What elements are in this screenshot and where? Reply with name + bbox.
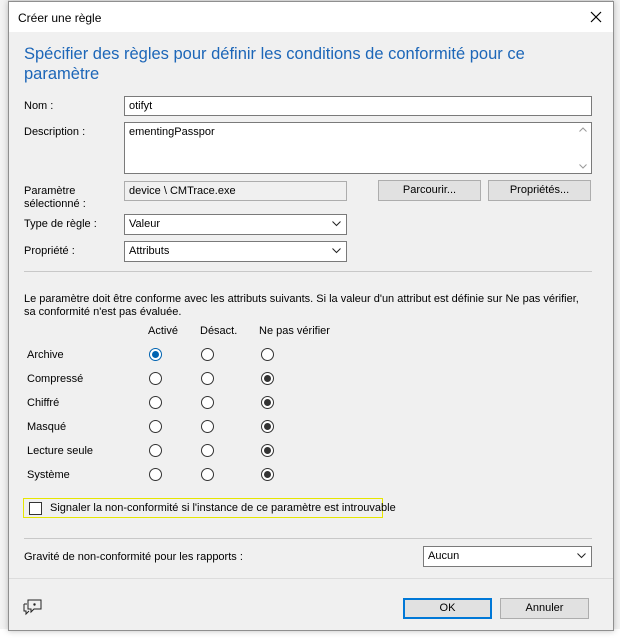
radio-disabled[interactable] bbox=[201, 396, 214, 409]
radio-do-not-check[interactable] bbox=[261, 468, 274, 481]
radio-do-not-check[interactable] bbox=[261, 444, 274, 457]
name-label: Nom : bbox=[24, 100, 54, 112]
severity-label: Gravité de non-conformité pour les rappo… bbox=[24, 551, 243, 563]
separator bbox=[24, 271, 592, 272]
separator bbox=[24, 538, 592, 539]
radio-enabled[interactable] bbox=[149, 396, 162, 409]
radio-disabled[interactable] bbox=[201, 372, 214, 385]
scroll-down-icon bbox=[579, 164, 587, 169]
chevron-down-icon bbox=[332, 248, 341, 254]
selected-setting-field: device \ CMTrace.exe bbox=[124, 181, 347, 201]
property-select[interactable]: Attributs bbox=[124, 241, 347, 262]
cancel-button[interactable]: Annuler bbox=[500, 598, 589, 619]
rule-type-select[interactable]: Valeur bbox=[124, 214, 347, 235]
description-text: ementingPasspor bbox=[129, 126, 215, 138]
create-rule-dialog: Créer une règle Spécifier des règles pou… bbox=[8, 1, 614, 631]
chevron-down-icon bbox=[577, 553, 586, 559]
radio-enabled[interactable] bbox=[149, 420, 162, 433]
radio-enabled[interactable] bbox=[149, 468, 162, 481]
name-input[interactable]: otifyt bbox=[124, 96, 592, 116]
attribute-label: Masqué bbox=[27, 421, 67, 433]
radio-disabled[interactable] bbox=[201, 348, 214, 361]
radio-do-not-check[interactable] bbox=[261, 348, 274, 361]
severity-select[interactable]: Aucun bbox=[423, 546, 592, 567]
description-label: Description : bbox=[24, 126, 86, 138]
attribute-label: Archive bbox=[27, 349, 64, 361]
radio-disabled[interactable] bbox=[201, 420, 214, 433]
selected-setting-label-line2: sélectionné : bbox=[24, 198, 86, 210]
report-noncompliance-checkbox[interactable] bbox=[29, 502, 42, 515]
report-noncompliance-option[interactable]: Signaler la non-conformité si l'instance… bbox=[23, 498, 396, 518]
close-button[interactable] bbox=[579, 2, 613, 32]
chevron-down-icon bbox=[332, 221, 341, 227]
column-header-disabled: Désact. bbox=[200, 325, 238, 337]
attribute-label: Chiffré bbox=[27, 397, 60, 409]
description-scrollbar[interactable] bbox=[575, 123, 591, 173]
dialog-title: Créer une règle bbox=[18, 11, 102, 25]
footer-separator bbox=[9, 578, 613, 579]
title-bar: Créer une règle bbox=[9, 2, 613, 32]
column-header-do-not-check: Ne pas vérifier bbox=[259, 325, 330, 337]
radio-enabled[interactable] bbox=[149, 444, 162, 457]
radio-enabled[interactable] bbox=[149, 372, 162, 385]
page-heading: Spécifier des règles pour définir les co… bbox=[24, 45, 525, 83]
property-value: Attributs bbox=[129, 245, 170, 257]
close-icon bbox=[590, 11, 602, 23]
radio-do-not-check[interactable] bbox=[261, 420, 274, 433]
radio-do-not-check[interactable] bbox=[261, 372, 274, 385]
radio-enabled[interactable] bbox=[149, 348, 162, 361]
properties-button[interactable]: Propriétés... bbox=[488, 180, 591, 201]
radio-disabled[interactable] bbox=[201, 468, 214, 481]
browse-button[interactable]: Parcourir... bbox=[378, 180, 481, 201]
attribute-label: Lecture seule bbox=[27, 445, 94, 457]
radio-do-not-check[interactable] bbox=[261, 396, 274, 409]
report-noncompliance-label: Signaler la non-conformité si l'instance… bbox=[50, 502, 396, 514]
rule-type-label: Type de règle : bbox=[24, 218, 97, 230]
column-header-enabled: Activé bbox=[148, 325, 178, 337]
severity-value: Aucun bbox=[428, 550, 460, 562]
selected-setting-label-line1: Paramètre bbox=[24, 185, 76, 197]
rule-type-value: Valeur bbox=[129, 218, 160, 230]
attributes-description: Le paramètre doit être conforme avec les… bbox=[24, 293, 579, 318]
property-label: Propriété : bbox=[24, 245, 75, 257]
radio-disabled[interactable] bbox=[201, 444, 214, 457]
description-textarea[interactable]: ementingPasspor bbox=[124, 122, 592, 174]
attribute-label: Compressé bbox=[27, 373, 84, 385]
help-feedback-icon[interactable] bbox=[23, 598, 43, 616]
ok-button[interactable]: OK bbox=[403, 598, 492, 619]
scroll-up-icon bbox=[579, 127, 587, 132]
attribute-label: Système bbox=[27, 469, 70, 481]
